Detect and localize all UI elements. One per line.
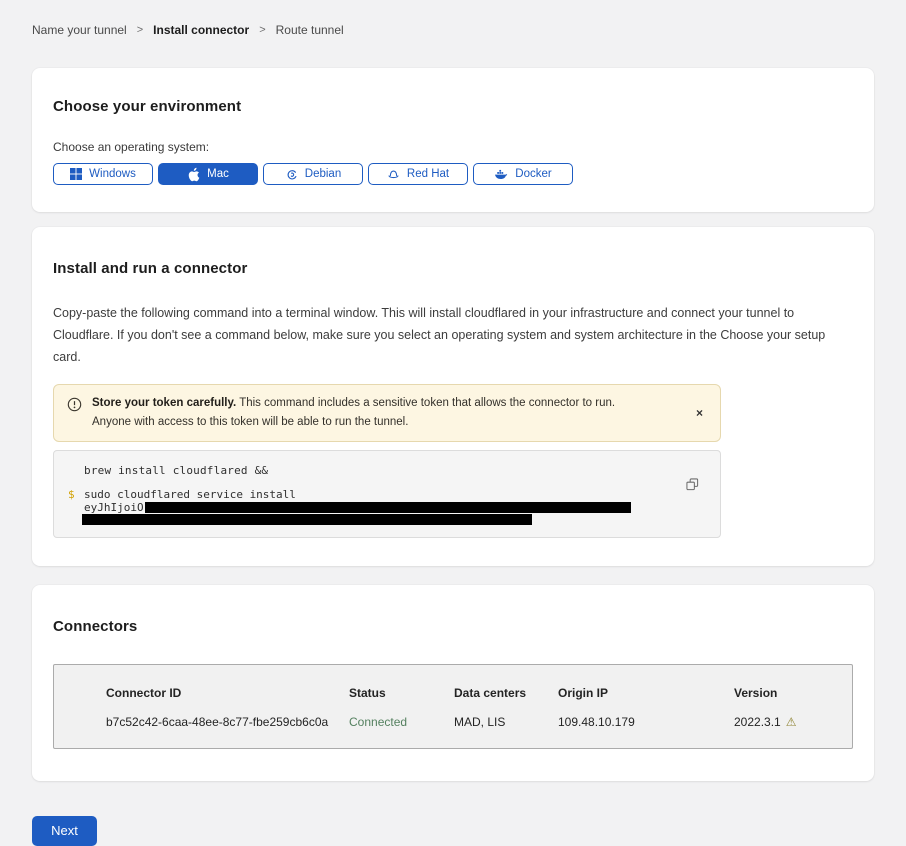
origin-ip-value: 109.48.10.179 <box>558 715 734 729</box>
os-button-mac[interactable]: Mac <box>158 163 258 185</box>
token-warning-text: Store your token carefully. This command… <box>92 394 652 432</box>
os-button-redhat[interactable]: Red Hat <box>368 163 468 185</box>
copy-icon[interactable] <box>686 478 699 491</box>
connectors-card: Connectors Connector ID Status Data cent… <box>32 585 874 781</box>
token-warning-banner: Store your token carefully. This command… <box>53 384 721 442</box>
token-redaction-bar <box>145 502 631 513</box>
breadcrumb-step-route-tunnel[interactable]: Route tunnel <box>276 23 344 37</box>
connectors-table: Connector ID Status Data centers Origin … <box>53 664 853 749</box>
code-line-token: eyJhIjoiO <box>54 501 720 514</box>
token-warning-title: Store your token carefully. <box>92 397 236 409</box>
install-connector-card: Install and run a connector Copy-paste t… <box>32 227 874 566</box>
breadcrumb: Name your tunnel > Install connector > R… <box>32 0 874 37</box>
header-version: Version <box>734 686 852 700</box>
os-button-label: Mac <box>207 168 229 180</box>
apple-icon <box>187 167 200 182</box>
connectors-title: Connectors <box>53 618 853 635</box>
header-connector-id: Connector ID <box>106 686 349 700</box>
alert-circle-icon <box>67 397 82 417</box>
status-badge: Connected <box>349 715 454 729</box>
data-centers-value: MAD, LIS <box>454 715 558 729</box>
breadcrumb-step-install-connector[interactable]: Install connector <box>153 23 249 37</box>
os-button-windows[interactable]: Windows <box>53 163 153 185</box>
token-redaction-bar <box>82 514 532 525</box>
tunnel-setup-page: Name your tunnel > Install connector > R… <box>0 0 906 781</box>
table-row: b7c52c42-6caa-48ee-8c77-fbe259cb6c0a Con… <box>106 715 852 729</box>
version-warning-icon: ⚠ <box>786 715 797 729</box>
breadcrumb-step-name-your-tunnel[interactable]: Name your tunnel <box>32 23 127 37</box>
shell-prompt: $ <box>54 488 84 501</box>
connectors-table-header: Connector ID Status Data centers Origin … <box>106 686 852 700</box>
os-button-group: Windows Mac Debian <box>53 163 853 185</box>
token-prefix-text: eyJhIjoiO <box>84 501 144 514</box>
install-command-codeblock: brew install cloudflared && $ sudo cloud… <box>53 450 721 538</box>
choose-environment-card: Choose your environment Choose an operat… <box>32 68 874 212</box>
breadcrumb-separator: > <box>137 24 143 36</box>
windows-icon <box>70 168 82 180</box>
header-data-centers: Data centers <box>454 686 558 700</box>
code-line-service-install: $ sudo cloudflared service install <box>54 488 720 501</box>
next-button[interactable]: Next <box>32 816 97 846</box>
os-button-debian[interactable]: Debian <box>263 163 363 185</box>
debian-icon <box>285 168 298 181</box>
version-value: 2022.3.1 ⚠ <box>734 715 852 729</box>
code-line-brew: brew install cloudflared && <box>54 464 720 477</box>
os-button-label: Debian <box>305 168 341 180</box>
connector-id-value: b7c52c42-6caa-48ee-8c77-fbe259cb6c0a <box>106 715 349 729</box>
header-status: Status <box>349 686 454 700</box>
header-origin-ip: Origin IP <box>558 686 734 700</box>
breadcrumb-separator: > <box>259 24 265 36</box>
os-select-label: Choose an operating system: <box>53 140 853 154</box>
docker-icon <box>494 168 508 180</box>
os-button-docker[interactable]: Docker <box>473 163 573 185</box>
redhat-icon <box>387 168 400 181</box>
close-icon[interactable]: × <box>692 404 707 422</box>
install-description: Copy-paste the following command into a … <box>53 303 853 369</box>
code-command-text: sudo cloudflared service install <box>84 488 296 501</box>
os-button-label: Windows <box>89 168 136 180</box>
os-button-label: Red Hat <box>407 168 449 180</box>
choose-environment-title: Choose your environment <box>53 98 853 115</box>
version-number: 2022.3.1 <box>734 715 781 729</box>
install-connector-title: Install and run a connector <box>53 260 853 277</box>
os-button-label: Docker <box>515 168 551 180</box>
